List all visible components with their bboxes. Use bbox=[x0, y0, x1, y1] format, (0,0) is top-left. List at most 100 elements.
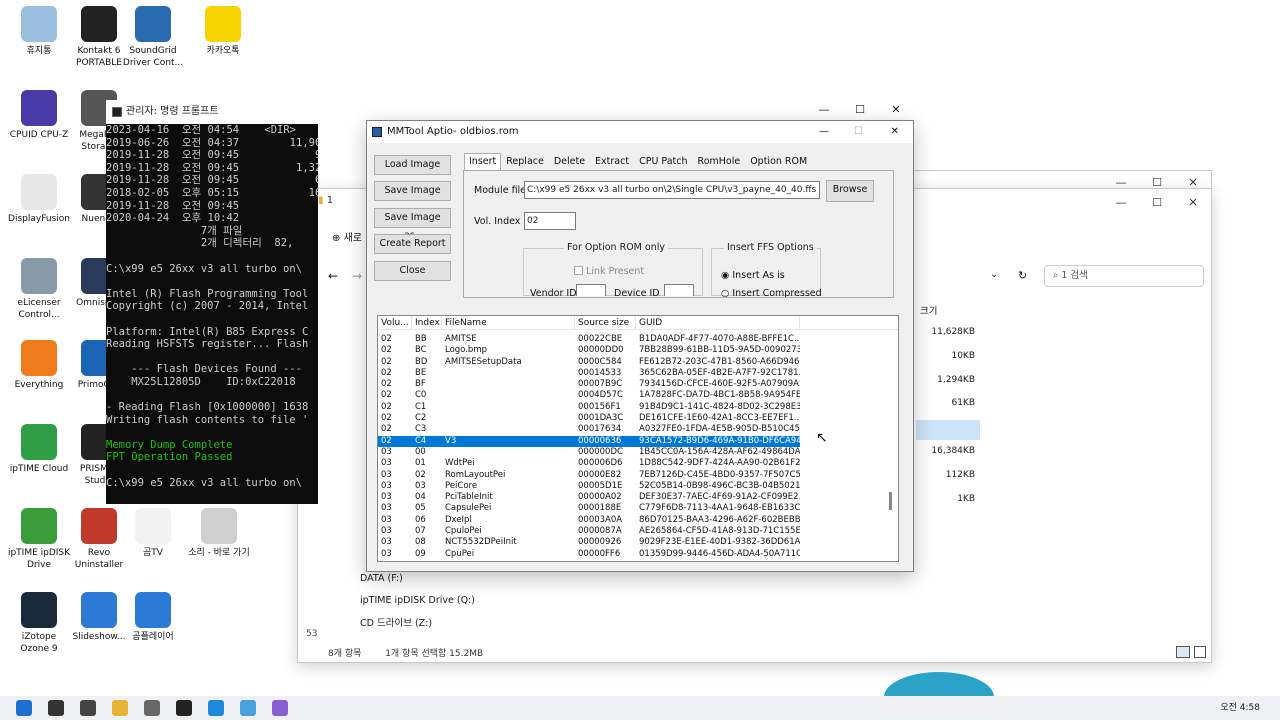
list-row[interactable]: 02 BD AMITSESetupData 0000C584 FE612B72-203C… bbox=[378, 357, 898, 368]
nav-item[interactable]: ipTIME ipDISK Drive (Q:) bbox=[360, 595, 475, 606]
column-header-guid[interactable]: GUID bbox=[636, 316, 800, 329]
forward-icon[interactable]: → bbox=[352, 269, 362, 283]
list-row[interactable]: 02 C2 0001DA3C DE161CFE-1E60-42A1-8CC3-EE7E… bbox=[378, 413, 898, 424]
taskbar-clock[interactable]: 오전 4:58 bbox=[1220, 700, 1260, 713]
link-present-checkbox[interactable]: Link Present bbox=[574, 266, 644, 277]
maximize-icon[interactable]: ☐ bbox=[1139, 189, 1175, 217]
tab-cpu-patch[interactable]: CPU Patch bbox=[634, 153, 692, 170]
nav-item[interactable]: CD 드라이브 (Z:) bbox=[360, 615, 432, 629]
tab-extract[interactable]: Extract bbox=[590, 153, 634, 170]
save-image-as-button[interactable]: Save Image as.. bbox=[374, 208, 451, 241]
back-icon[interactable]: ← bbox=[328, 269, 338, 283]
browse-button[interactable]: Browse bbox=[826, 180, 874, 202]
cmd-line: Reading HSFSTS register... Flash bbox=[106, 338, 309, 351]
list-cell: 91B4D9C1-141C-4824-8D02-3C298E36... bbox=[639, 401, 800, 412]
scrollbar-thumb[interactable] bbox=[889, 492, 892, 510]
list-row[interactable]: 03 02 RomLayoutPei 00000E82 7EB7126D-C45E-4B… bbox=[378, 470, 898, 481]
insert-as-is-radio[interactable]: ◉ Insert As is bbox=[721, 270, 785, 281]
vol-index-field[interactable]: 02 bbox=[524, 212, 576, 230]
desktop-icon[interactable]: 곰TV bbox=[121, 508, 185, 559]
close-icon[interactable]: ✕ bbox=[878, 103, 914, 121]
desktop-icon-label: Everything bbox=[14, 380, 64, 390]
start-icon[interactable] bbox=[16, 700, 32, 716]
close-icon[interactable]: ✕ bbox=[891, 121, 899, 143]
module-file-field[interactable]: C:\x99 e5 26xx v3 all turbo on\2\Single … bbox=[524, 181, 820, 199]
refresh-icon[interactable]: ↻ bbox=[1018, 269, 1027, 282]
selected-file-row[interactable] bbox=[916, 420, 980, 440]
file-size: 16,384KB bbox=[931, 445, 975, 456]
address-dropdown-icon[interactable]: ⌄ bbox=[990, 269, 998, 280]
desktop-icon[interactable]: Everything bbox=[7, 340, 71, 391]
list-row[interactable]: 03 07 CpuloPei 0000087A AE265864-CF5D-41A8-9… bbox=[378, 526, 898, 537]
create-report-button[interactable]: Create Report bbox=[374, 234, 451, 254]
list-row[interactable]: 03 03 PeiCore 00005D1E 52C05B14-0B98-496C-BC… bbox=[378, 481, 898, 492]
settings-icon[interactable] bbox=[144, 700, 160, 716]
vendor-id-label: Vendor ID bbox=[530, 288, 577, 296]
minimize-icon[interactable]: — bbox=[819, 121, 829, 143]
minimize-icon[interactable]: — bbox=[1103, 189, 1139, 217]
list-cell: 7BB28B99-61BB-11D5-9A5D-0090273... bbox=[639, 345, 800, 356]
list-row[interactable]: 03 06 DxeIpl 00003A0A 86D70125-BAA3-4296-A62… bbox=[378, 515, 898, 526]
notepad-icon[interactable] bbox=[240, 700, 256, 716]
maximize-icon[interactable]: ☐ bbox=[842, 103, 878, 121]
list-row[interactable]: 03 09 CpuPei 00000FF6 01359D99-9446-456D-ADA… bbox=[378, 549, 898, 560]
close-button[interactable]: Close bbox=[374, 261, 451, 281]
device-id-field[interactable] bbox=[664, 284, 694, 296]
edge-icon[interactable] bbox=[208, 700, 224, 716]
desktop-icon[interactable]: ipTIME ipDISK Drive bbox=[7, 508, 71, 571]
desktop-icon[interactable]: DisplayFusion bbox=[7, 174, 71, 225]
list-row[interactable]: 03 01 WdtPei 000006D6 1D88C542-9DF7-424A-AA9… bbox=[378, 458, 898, 469]
tab-insert[interactable]: Insert bbox=[464, 153, 502, 170]
desktop-icon[interactable]: SoundGrid Driver Cont... bbox=[121, 6, 185, 69]
tab-option-rom[interactable]: Option ROM bbox=[745, 153, 812, 170]
vendor-id-field[interactable] bbox=[576, 284, 606, 296]
minimize-icon[interactable]: — bbox=[806, 103, 842, 121]
size-column-header[interactable]: 크기 bbox=[920, 303, 937, 317]
list-cell: 03 bbox=[381, 548, 392, 559]
desktop-icon[interactable]: 소리 - 바로 가기 bbox=[187, 508, 251, 559]
list-row[interactable]: 02 BF 00007B9C 7934156D-CFCE-460E-92F5-A079… bbox=[378, 379, 898, 390]
app-icon[interactable] bbox=[272, 700, 288, 716]
maximize-icon[interactable]: ☐ bbox=[854, 121, 863, 143]
desktop-icon[interactable]: 곰플레이어 bbox=[121, 592, 185, 643]
new-button[interactable]: ⊕ 새로 bbox=[332, 229, 362, 244]
desktop-icon[interactable]: 휴지통 bbox=[7, 6, 71, 57]
desktop-icon[interactable]: eLicenser Control... bbox=[7, 258, 71, 321]
list-cell: FE612B72-203C-47B1-8560-A66D946E... bbox=[639, 356, 800, 367]
load-image-button[interactable]: Load Image bbox=[374, 155, 451, 175]
list-row[interactable]: 03 08 NCT5532DPeiInit 00000926 9029F23E-E1EE… bbox=[378, 537, 898, 548]
tab-romhole[interactable]: RomHole bbox=[693, 153, 746, 170]
list-row[interactable]: 02 BE 00014533 365C62BA-05EF-4B2E-A7F7-92C1… bbox=[378, 368, 898, 379]
list-row[interactable]: 03 05 CapsulePei 0000188E C779F6D8-7113-4AA1… bbox=[378, 503, 898, 514]
list-row[interactable]: 02 BB AMITSE 00022CBE B1DA0ADF-4F77-4070-A88… bbox=[378, 334, 898, 345]
list-row[interactable]: 03 00 000000DC 1B45CC0A-156A-428A-AF62-4986… bbox=[378, 447, 898, 458]
search-box[interactable]: ⌕ 1 검색 bbox=[1044, 265, 1204, 287]
column-header-source-size[interactable]: Source size bbox=[575, 316, 636, 329]
desktop-icon[interactable]: 카카오톡 bbox=[191, 6, 255, 57]
desktop-icon[interactable]: iZotope Ozone 9 bbox=[7, 592, 71, 655]
task-view-icon[interactable] bbox=[80, 700, 96, 716]
column-header-volume[interactable]: Volu... bbox=[378, 316, 412, 329]
nav-item[interactable]: DATA (F:) bbox=[360, 573, 403, 584]
list-row[interactable]: 02 BC Logo.bmp 00000DD0 7BB28B99-61BB-11D5-9… bbox=[378, 345, 898, 356]
column-header-filename[interactable]: FileName bbox=[442, 316, 575, 329]
list-row[interactable]: 02 C1 000156F1 91B4D9C1-141C-4824-8D02-3C29… bbox=[378, 402, 898, 413]
save-image-button[interactable]: Save Image bbox=[374, 181, 451, 201]
tiles-view-icon[interactable] bbox=[1194, 646, 1206, 658]
command-prompt-window[interactable]: 관리자: 명령 프롬프트 2023-04-16 오전 04:54 <DIR> 20… bbox=[106, 100, 318, 504]
list-row[interactable]: 03 04 PciTableInit 00000A02 DEF30E37-7AEC-4F… bbox=[378, 492, 898, 503]
details-view-icon[interactable] bbox=[1176, 646, 1190, 658]
explorer-tab[interactable]: ▮ 1 bbox=[318, 195, 333, 206]
insert-compressed-radio[interactable]: ○ Insert Compressed bbox=[721, 288, 822, 297]
tab-replace[interactable]: Replace bbox=[501, 153, 549, 170]
close-icon[interactable]: ✕ bbox=[1175, 189, 1211, 217]
explorer-icon[interactable] bbox=[112, 700, 128, 716]
desktop-icon[interactable]: ipTIME Cloud bbox=[7, 424, 71, 475]
tab-delete[interactable]: Delete bbox=[549, 153, 590, 170]
desktop-icon[interactable]: CPUID CPU-Z bbox=[7, 90, 71, 141]
search-icon[interactable] bbox=[48, 700, 64, 716]
terminal-icon[interactable] bbox=[176, 700, 192, 716]
list-row[interactable]: 02 C0 0004D57C 1A7828FC-DA7D-4BC1-8B58-9A95… bbox=[378, 390, 898, 401]
explorer-window-back[interactable]: — ☐ ✕ bbox=[910, 170, 1212, 190]
column-header-index[interactable]: Index bbox=[412, 316, 442, 329]
